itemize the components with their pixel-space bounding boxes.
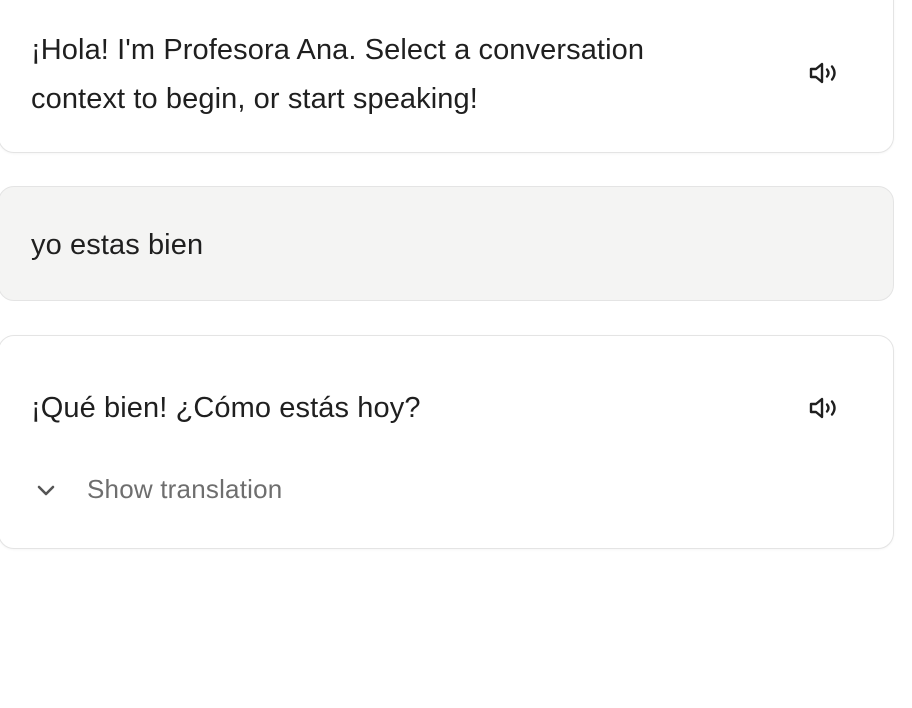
play-audio-button[interactable] [805,53,845,93]
show-translation-label: Show translation [87,474,283,504]
chat-thread: ¡Hola! I'm Profesora Ana. Select a conve… [0,0,912,708]
user-message: yo estas bien [0,186,894,301]
message-text: ¡Qué bien! ¿Cómo estás hoy? [31,392,421,424]
play-audio-button[interactable] [805,388,845,428]
show-translation-toggle[interactable]: Show translation [31,474,282,505]
assistant-message: ¡Hola! I'm Profesora Ana. Select a conve… [0,0,894,153]
speaker-icon [809,62,836,84]
message-text: yo estas bien [31,229,204,261]
message-text: ¡Hola! I'm Profesora Ana. Select a conve… [31,34,645,115]
speaker-icon [809,397,836,419]
chevron-down-icon [37,485,55,495]
assistant-message: ¡Qué bien! ¿Cómo estás hoy? Show transla… [0,335,894,549]
